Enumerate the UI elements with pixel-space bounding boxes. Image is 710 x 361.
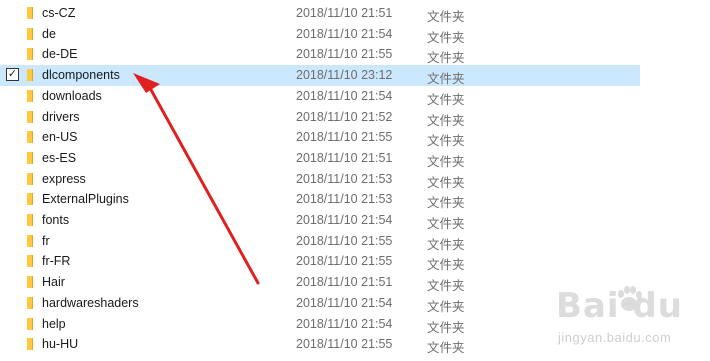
- file-date: 2018/11/10 21:55: [296, 337, 393, 352]
- folder-icon: [27, 7, 33, 19]
- file-date: 2018/11/10 21:51: [296, 275, 393, 290]
- file-name: fr: [42, 233, 50, 248]
- file-date: 2018/11/10 21:53: [296, 171, 393, 186]
- folder-icon: [27, 276, 33, 289]
- file-row[interactable]: drivers 2018/11/10 21:52 文件夹: [0, 107, 640, 128]
- file-explorer: cs-CZ 2018/11/10 21:51 文件夹 de 2018/11/10 21:…: [0, 0, 710, 361]
- watermark: Bai du jingyan.baidu.com: [556, 276, 706, 356]
- folder-icon: [27, 234, 33, 247]
- file-name: downloads: [42, 88, 102, 103]
- folder-icon: [27, 317, 33, 330]
- file-type: 文件夹: [427, 217, 465, 231]
- file-name: de: [42, 26, 56, 41]
- file-row[interactable]: fr-FR 2018/11/10 21:55 文件夹: [0, 251, 640, 272]
- file-type: 文件夹: [427, 237, 465, 252]
- file-type: 文件夹: [427, 258, 465, 273]
- file-date: 2018/11/10 21:53: [296, 192, 393, 207]
- watermark-url: jingyan.baidu.com: [558, 330, 672, 345]
- file-date: 2018/11/10 21:52: [296, 109, 393, 124]
- file-date: 2018/11/10 21:54: [296, 295, 393, 310]
- file-name: express: [42, 171, 86, 186]
- file-name: hu-HU: [42, 337, 79, 352]
- file-name: ExternalPlugins: [42, 192, 129, 207]
- file-row[interactable]: ExternalPlugins 2018/11/10 21:53 文件夹: [0, 189, 640, 210]
- file-name: cs-CZ: [42, 6, 76, 20]
- file-row[interactable]: de-DE 2018/11/10 21:55 文件夹: [0, 44, 640, 65]
- folder-icon: [27, 193, 33, 206]
- file-row[interactable]: hardwareshaders 2018/11/10 21:54 文件夹: [0, 293, 640, 314]
- file-row[interactable]: de 2018/11/10 21:54 文件夹: [0, 24, 640, 45]
- file-type: 文件夹: [427, 320, 465, 335]
- file-type: 文件夹: [427, 92, 465, 107]
- file-date: 2018/11/10 21:54: [296, 26, 393, 41]
- file-name: hardwareshaders: [42, 295, 139, 310]
- folder-icon: [27, 255, 33, 268]
- file-type: 文件夹: [427, 72, 465, 87]
- baidu-paw-logo: [618, 286, 642, 311]
- file-type: 文件夹: [427, 175, 465, 190]
- file-row[interactable]: es-ES 2018/11/10 21:51 文件夹: [0, 148, 640, 169]
- folder-icon: [27, 48, 33, 61]
- file-row[interactable]: express 2018/11/10 21:53 文件夹: [0, 169, 640, 190]
- file-row[interactable]: cs-CZ 2018/11/10 21:51 文件夹: [0, 3, 640, 24]
- file-date: 2018/11/10 21:54: [296, 213, 393, 227]
- file-name: fonts: [42, 213, 70, 227]
- file-type: 文件夹: [427, 51, 465, 66]
- file-type: 文件夹: [427, 299, 465, 314]
- file-type: 文件夹: [427, 279, 465, 294]
- file-type: 文件夹: [427, 113, 465, 128]
- file-name: es-ES: [42, 150, 77, 165]
- file-date: 2018/11/10 21:51: [296, 6, 393, 20]
- folder-icon: [27, 69, 33, 82]
- file-type: 文件夹: [427, 341, 465, 356]
- file-row[interactable]: Hair 2018/11/10 21:51 文件夹: [0, 272, 640, 293]
- file-name: help: [42, 316, 66, 331]
- file-row[interactable]: hu-HU 2018/11/10 21:55 文件夹: [0, 334, 640, 355]
- file-row[interactable]: en-US 2018/11/10 21:55 文件夹: [0, 127, 640, 148]
- folder-icon: [27, 338, 33, 351]
- file-type: 文件夹: [427, 196, 465, 211]
- folder-icon: [27, 27, 33, 40]
- file-row[interactable]: fr 2018/11/10 21:55 文件夹: [0, 231, 640, 252]
- folder-icon: [27, 131, 33, 144]
- file-date: 2018/11/10 21:55: [296, 254, 393, 269]
- file-name: drivers: [42, 109, 80, 124]
- file-row[interactable]: fonts 2018/11/10 21:54 文件夹: [0, 210, 640, 231]
- file-row[interactable]: help 2018/11/10 21:54 文件夹: [0, 314, 640, 335]
- file-date: 2018/11/10 21:55: [296, 47, 393, 62]
- file-type: 文件夹: [427, 154, 465, 169]
- folder-icon: [27, 296, 33, 309]
- file-type: 文件夹: [427, 134, 465, 149]
- file-name: en-US: [42, 130, 78, 145]
- folder-icon: [27, 214, 33, 226]
- file-date: 2018/11/10 21:55: [296, 130, 393, 145]
- file-date: 2018/11/10 21:54: [296, 316, 393, 331]
- folder-icon: [27, 151, 33, 164]
- file-date: 2018/11/10 21:54: [296, 88, 393, 103]
- file-date: 2018/11/10 21:55: [296, 233, 393, 248]
- folder-icon: [27, 172, 33, 185]
- file-name: fr-FR: [42, 254, 71, 269]
- file-date: 2018/11/10 21:51: [296, 150, 393, 165]
- file-name: Hair: [42, 275, 65, 290]
- file-name: de-DE: [42, 47, 78, 62]
- file-name: dlcomponents: [42, 68, 120, 83]
- file-type: 文件夹: [427, 10, 465, 24]
- file-row[interactable]: ✓ dlcomponents 2018/11/10 23:12 文件夹: [0, 65, 640, 86]
- folder-icon: [27, 89, 33, 102]
- file-date: 2018/11/10 23:12: [296, 68, 393, 83]
- file-row[interactable]: downloads 2018/11/10 21:54 文件夹: [0, 86, 640, 107]
- checkbox-icon[interactable]: ✓: [6, 68, 19, 82]
- file-type: 文件夹: [427, 30, 465, 45]
- folder-icon: [27, 110, 33, 123]
